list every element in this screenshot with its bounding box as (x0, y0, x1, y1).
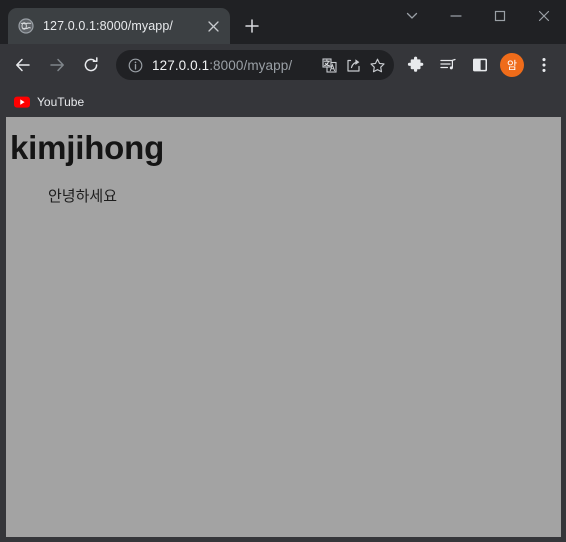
reading-list-button[interactable] (434, 51, 462, 79)
address-bar-text: 127.0.0.1:8000/myapp/ (152, 58, 316, 73)
translate-icon[interactable] (318, 54, 340, 76)
browser-tab-active[interactable]: 127.0.0.1:8000/myapp/ (8, 8, 230, 44)
new-tab-button[interactable] (238, 12, 266, 40)
tab-search-button[interactable] (390, 0, 434, 32)
share-icon[interactable] (342, 54, 364, 76)
avatar[interactable]: 암 (500, 53, 524, 77)
bookmark-item-youtube[interactable]: YouTube (8, 90, 92, 114)
page-viewport-frame: kimjihong 안녕하세요 (0, 117, 566, 542)
minimize-button[interactable] (434, 0, 478, 32)
tab-title: 127.0.0.1:8000/myapp/ (43, 19, 173, 33)
tab-strip-tabs: 127.0.0.1:8000/myapp/ (0, 8, 390, 44)
address-bar-host: 127.0.0.1 (152, 57, 210, 73)
browser-window: 127.0.0.1:8000/myapp/ 127.0.0.1:8000/mya… (0, 0, 566, 542)
reload-button[interactable] (76, 50, 106, 80)
extensions-button[interactable] (402, 51, 430, 79)
side-panel-button[interactable] (466, 51, 494, 79)
avatar-initial: 암 (506, 60, 518, 72)
page-content: kimjihong 안녕하세요 (6, 117, 561, 537)
star-icon[interactable] (366, 54, 388, 76)
back-button[interactable] (8, 50, 38, 80)
forward-button[interactable] (42, 50, 72, 80)
page-paragraph: 안녕하세요 (48, 187, 118, 205)
globe-icon (18, 18, 34, 34)
window-controls (390, 0, 566, 44)
bookmarks-bar: YouTube (0, 86, 566, 117)
youtube-icon (14, 94, 30, 110)
maximize-button[interactable] (478, 0, 522, 32)
close-button[interactable] (522, 0, 566, 32)
three-dot-menu-icon[interactable] (530, 51, 558, 79)
browser-toolbar: 127.0.0.1:8000/myapp/ 암 (0, 44, 566, 86)
tab-close-icon[interactable] (204, 17, 222, 35)
address-bar-path: :8000/myapp/ (209, 57, 293, 73)
info-circle-icon[interactable] (125, 55, 145, 75)
tab-strip: 127.0.0.1:8000/myapp/ (0, 0, 566, 44)
bookmark-label: YouTube (37, 94, 85, 109)
address-bar[interactable]: 127.0.0.1:8000/myapp/ (116, 50, 394, 80)
page-title: kimjihong (10, 129, 165, 166)
